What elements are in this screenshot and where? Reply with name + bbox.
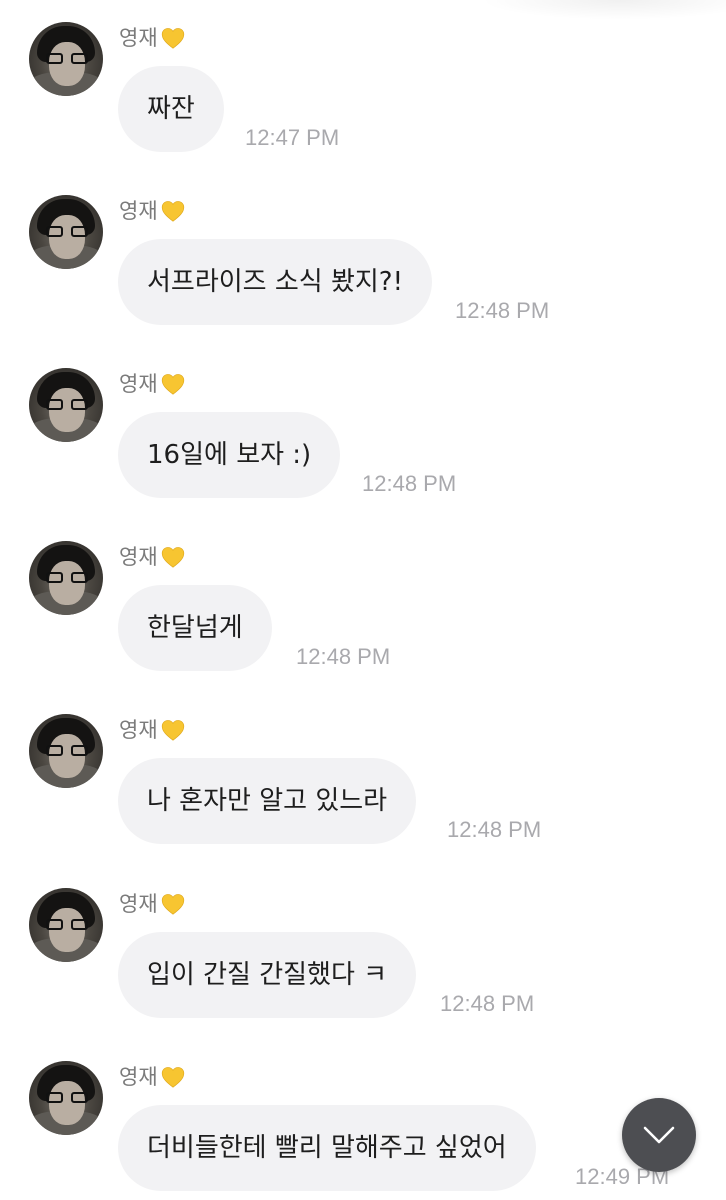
message-row: 영재 짜잔 12:47 PM bbox=[0, 0, 726, 173]
chevron-down-icon bbox=[643, 1126, 675, 1144]
yellow-heart-icon bbox=[161, 374, 184, 395]
sender-name-text: 영재 bbox=[119, 892, 158, 916]
scroll-to-bottom-button[interactable] bbox=[622, 1098, 696, 1172]
message-row: 영재 나 혼자만 알고 있느라 12:48 PM bbox=[0, 692, 726, 865]
sender-name-text: 영재 bbox=[119, 718, 158, 742]
message-bubble[interactable]: 서프라이즈 소식 봤지?! bbox=[118, 239, 433, 325]
yellow-heart-icon bbox=[161, 547, 184, 568]
yellow-heart-icon bbox=[161, 201, 184, 222]
avatar[interactable] bbox=[29, 888, 103, 962]
yellow-heart-icon bbox=[161, 894, 184, 915]
message-time: 12:47 PM bbox=[245, 125, 340, 150]
sender-name: 영재 bbox=[119, 196, 186, 226]
message-row: 영재 한달넘게 12:48 PM bbox=[0, 519, 726, 692]
avatar[interactable] bbox=[29, 195, 103, 269]
message-bubble[interactable]: 더비들한테 빨리 말해주고 싶었어 bbox=[118, 1105, 536, 1191]
chat-view[interactable]: 영재 짜잔 12:47 PM 영재 서프라이즈 소식 봤지?! 12:48 PM… bbox=[0, 0, 726, 1200]
sender-name: 영재 bbox=[119, 889, 186, 919]
avatar[interactable] bbox=[29, 714, 103, 788]
message-bubble[interactable]: 16일에 보자 :) bbox=[118, 412, 341, 498]
message-bubble[interactable]: 한달넘게 bbox=[118, 585, 272, 671]
message-time: 12:48 PM bbox=[362, 471, 457, 496]
avatar[interactable] bbox=[29, 22, 103, 96]
yellow-heart-icon bbox=[161, 28, 184, 49]
sender-name-text: 영재 bbox=[119, 26, 158, 50]
message-row: 영재 서프라이즈 소식 봤지?! 12:48 PM bbox=[0, 173, 726, 346]
sender-name: 영재 bbox=[119, 23, 186, 53]
message-bubble[interactable]: 짜잔 bbox=[118, 66, 224, 152]
sender-name: 영재 bbox=[119, 715, 186, 745]
message-time: 12:48 PM bbox=[296, 644, 391, 669]
message-bubble[interactable]: 입이 간질 간질했다 ㅋ bbox=[118, 932, 417, 1018]
yellow-heart-icon bbox=[161, 720, 184, 741]
sender-name-text: 영재 bbox=[119, 1065, 158, 1089]
yellow-heart-icon bbox=[161, 1067, 184, 1088]
avatar[interactable] bbox=[29, 368, 103, 442]
sender-name-text: 영재 bbox=[119, 372, 158, 396]
avatar[interactable] bbox=[29, 1061, 103, 1135]
message-bubble[interactable]: 나 혼자만 알고 있느라 bbox=[118, 758, 417, 844]
avatar[interactable] bbox=[29, 541, 103, 615]
sender-name: 영재 bbox=[119, 1062, 186, 1092]
message-time: 12:48 PM bbox=[440, 991, 535, 1016]
sender-name: 영재 bbox=[119, 542, 186, 572]
sender-name-text: 영재 bbox=[119, 545, 158, 569]
sender-name-text: 영재 bbox=[119, 199, 158, 223]
message-time: 12:48 PM bbox=[455, 298, 550, 323]
message-row: 영재 16일에 보자 :) 12:48 PM bbox=[0, 346, 726, 519]
sender-name: 영재 bbox=[119, 369, 186, 399]
message-time: 12:48 PM bbox=[447, 817, 542, 842]
message-row: 영재 더비들한테 빨리 말해주고 싶었어 12:49 PM bbox=[0, 1039, 726, 1200]
message-row: 영재 입이 간질 간질했다 ㅋ 12:48 PM bbox=[0, 866, 726, 1039]
